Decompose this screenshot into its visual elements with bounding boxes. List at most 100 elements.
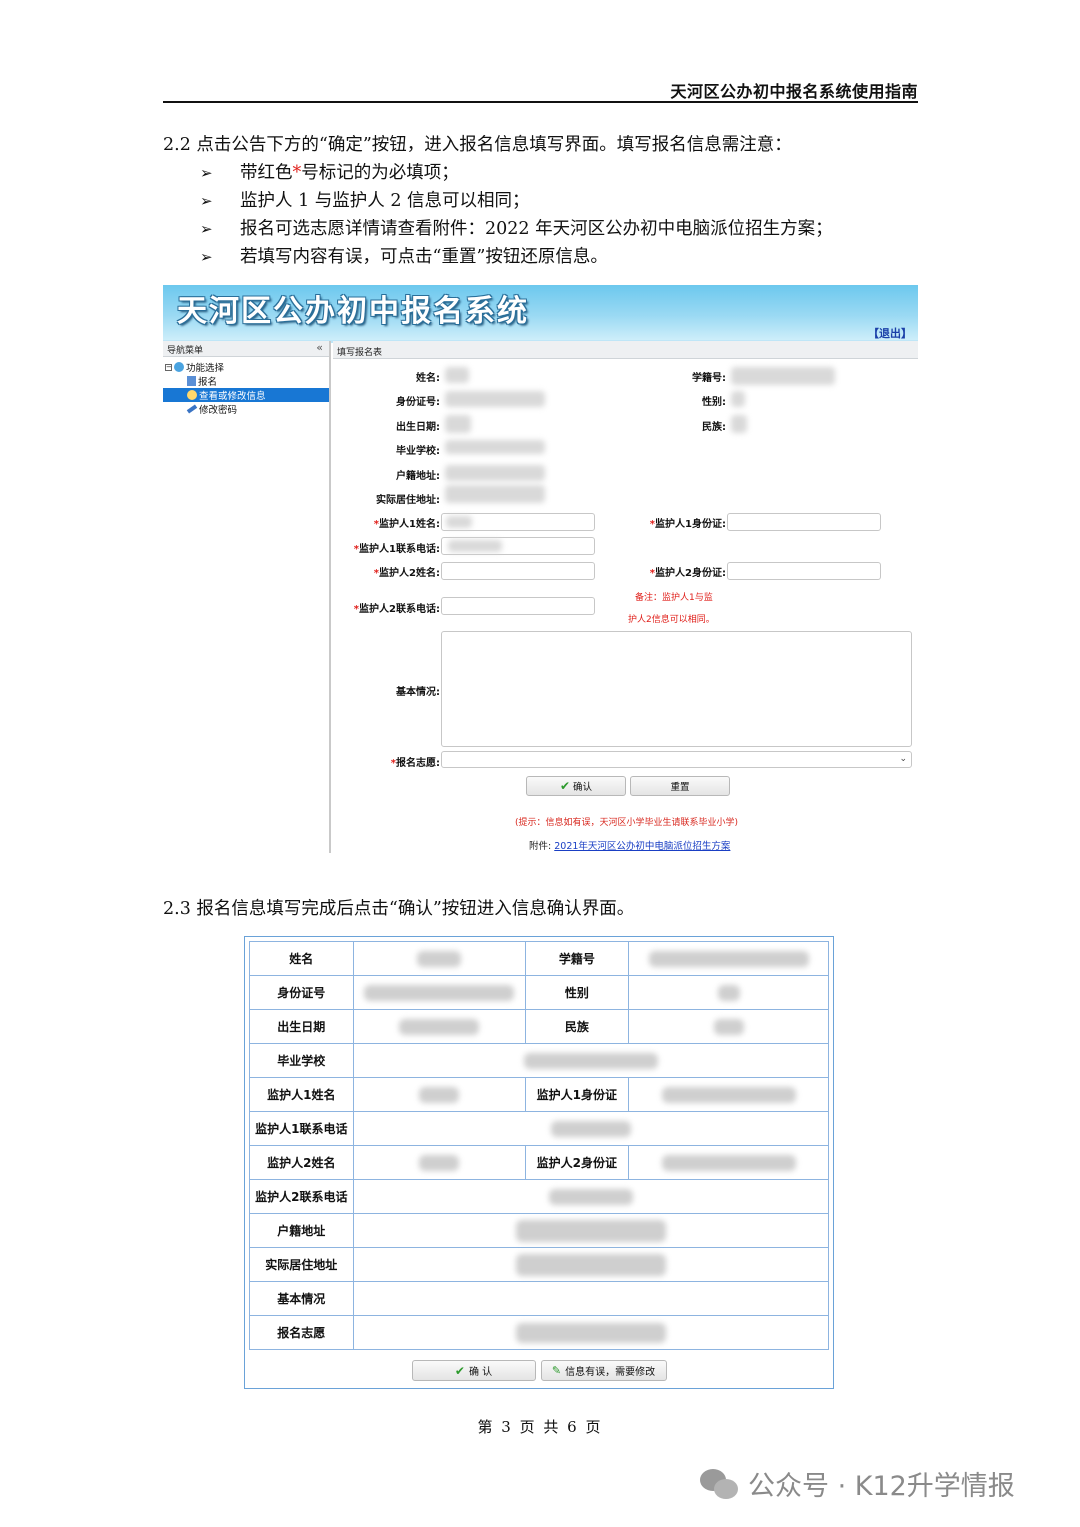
guardian2-phone-input[interactable]	[441, 597, 595, 615]
table-row: 监护人2姓名 监护人2身份证	[249, 1145, 829, 1180]
reset-button[interactable]: 重置	[630, 776, 730, 796]
banner-title: 天河区公办初中报名系统	[177, 294, 529, 329]
tree-toggle-icon[interactable]: −	[165, 363, 172, 371]
table-row: 监护人1联系电话	[249, 1111, 830, 1146]
row-label: 监护人1姓名	[249, 1077, 354, 1112]
guardian2-name-input[interactable]	[441, 562, 595, 580]
table-row: 报名志愿	[249, 1315, 830, 1350]
student-id-label: 学籍号:	[692, 373, 726, 384]
nav-sidebar: 导航菜单 « − 功能选择 报名 查看或修改信息 修改密码	[163, 341, 331, 853]
row-label: 监护人1联系电话	[249, 1111, 354, 1146]
guardian1-name-input[interactable]	[441, 513, 595, 531]
row-value	[352, 1315, 830, 1350]
row-value	[352, 941, 526, 976]
section-23-intro: 2.3 报名信息填写完成后点击“确认”按钮进入信息确认界面。	[163, 899, 635, 919]
row-label: 姓名	[249, 941, 354, 976]
bullet-1-post: 号标记的为必填项；	[301, 163, 459, 183]
name-value	[445, 367, 469, 383]
registration-form-screenshot: 天河区公办初中报名系统 【退出】 导航菜单 « − 功能选择 报名 查看或修改信…	[163, 285, 918, 853]
ethnicity-value	[731, 415, 747, 433]
logout-link[interactable]: 【退出】	[868, 325, 912, 341]
nav-header: 导航菜单 «	[163, 341, 329, 357]
hukou-label: 户籍地址:	[396, 471, 440, 482]
sidebar-item-view-edit[interactable]: 查看或修改信息	[163, 388, 329, 402]
table-row: 身份证号 性别	[249, 975, 829, 1010]
table-row: 监护人1姓名 监护人1身份证	[249, 1077, 829, 1112]
gear-icon	[187, 390, 197, 400]
row-value	[352, 1077, 526, 1112]
table-row: 户籍地址	[249, 1213, 830, 1248]
confirm-info-screenshot: 姓名 学籍号 身份证号 性别 出生日期 民族 毕业学校 监护人1姓名 监护人1身…	[244, 936, 834, 1389]
watermark: 公众号 · K12升学情报	[700, 1464, 1015, 1503]
sidebar-item-label: 查看或修改信息	[199, 391, 266, 402]
arrow-bullet-icon: ➢	[200, 164, 213, 182]
required-star: *	[292, 163, 302, 183]
basic-info-textarea[interactable]	[441, 631, 912, 747]
wechat-icon	[700, 1467, 740, 1501]
gender-label: 性别:	[702, 397, 726, 408]
table-row: 监护人2联系电话	[249, 1179, 830, 1214]
check-icon: ✔	[454, 1363, 465, 1378]
confirm-button[interactable]: ✔ 确 认	[411, 1360, 536, 1381]
arrow-bullet-icon: ➢	[200, 248, 213, 266]
guardian2-id-label: *监护人2身份证:	[649, 568, 726, 579]
tree-root-label: 功能选择	[186, 363, 225, 374]
birth-value	[445, 415, 471, 433]
row-label: 民族	[524, 1009, 630, 1044]
chevron-down-icon: ⌄	[899, 754, 907, 764]
tree-root[interactable]: − 功能选择	[165, 360, 224, 374]
table-row: 基本情况	[249, 1281, 830, 1316]
table-row: 毕业学校	[249, 1043, 830, 1078]
row-value	[352, 1247, 830, 1282]
guardian2-id-input[interactable]	[727, 562, 881, 580]
id-card-label: 身份证号:	[396, 397, 440, 408]
row-value	[352, 1145, 526, 1180]
guardian1-phone-input[interactable]	[441, 537, 595, 555]
bullet-2: ➢ 监护人 1 与监护人 2 信息可以相同；	[200, 189, 530, 213]
sidebar-item-register[interactable]: 报名	[187, 374, 217, 388]
confirm-table: 姓名 学籍号 身份证号 性别 出生日期 民族 毕业学校 监护人1姓名 监护人1身…	[249, 941, 830, 1350]
confirm-button[interactable]: ✔ 确认	[526, 776, 626, 796]
bullet-1-pre: 带红色	[240, 163, 293, 183]
bullet-1: ➢ 带红色*号标记的为必填项；	[200, 161, 459, 185]
row-label: 户籍地址	[249, 1213, 354, 1248]
row-value	[352, 1281, 830, 1316]
guardian1-phone-label: *监护人1联系电话:	[353, 544, 440, 555]
bullet-4: ➢ 若填写内容有误，可点击“重置”按钮还原信息。	[200, 245, 608, 269]
row-value	[352, 1009, 526, 1044]
guardian1-name-label: *监护人1姓名:	[373, 519, 440, 530]
sidebar-item-password[interactable]: 修改密码	[186, 402, 237, 416]
modify-button[interactable]: ✎ 信息有误，需要修改	[540, 1360, 667, 1381]
name-label: 姓名:	[416, 373, 440, 384]
id-card-value	[445, 391, 545, 407]
choice-select[interactable]: ⌄	[441, 751, 912, 768]
bullet-3: ➢ 报名可选志愿详情请查看附件：2022 年天河区公办初中电脑派位招生方案；	[200, 217, 833, 241]
page-number: 第 3 页 共 6 页	[477, 1418, 603, 1436]
sidebar-item-label: 报名	[198, 377, 218, 388]
row-label: 毕业学校	[249, 1043, 354, 1078]
row-label: 学籍号	[524, 941, 630, 976]
row-value	[352, 1111, 830, 1146]
section-22-intro: 2.2 点击公告下方的“确定”按钮，进入报名信息填写界面。填写报名信息需注意：	[163, 135, 792, 155]
note-line-1: 备注：监护人1与监	[635, 593, 713, 603]
attachment-link[interactable]: 2021年天河区公办初中电脑派位招生方案	[554, 841, 730, 852]
attachment-label: 附件:	[529, 841, 552, 852]
row-label: 监护人2身份证	[524, 1145, 630, 1180]
row-value	[352, 975, 526, 1010]
hukou-value	[445, 465, 545, 481]
guardian1-id-label: *监护人1身份证:	[649, 519, 726, 530]
collapse-icon[interactable]: «	[316, 341, 323, 354]
row-value	[352, 1043, 830, 1078]
residence-value	[445, 485, 545, 503]
hint-text: (提示：信息如有误，天河区小学毕业生请联系毕业小学)	[515, 818, 739, 828]
school-value	[445, 440, 545, 454]
guardian2-phone-label: *监护人2联系电话:	[353, 604, 440, 615]
bullet-2-text: 监护人 1 与监护人 2 信息可以相同；	[240, 191, 530, 211]
school-label: 毕业学校:	[396, 446, 440, 457]
system-banner: 天河区公办初中报名系统 【退出】	[163, 285, 918, 340]
guardian1-id-input[interactable]	[727, 513, 881, 531]
row-label: 实际居住地址	[249, 1247, 354, 1282]
row-value	[628, 1077, 829, 1112]
nav-title: 导航菜单	[167, 346, 204, 356]
bullet-3-text: 报名可选志愿详情请查看附件：2022 年天河区公办初中电脑派位招生方案；	[240, 219, 833, 239]
